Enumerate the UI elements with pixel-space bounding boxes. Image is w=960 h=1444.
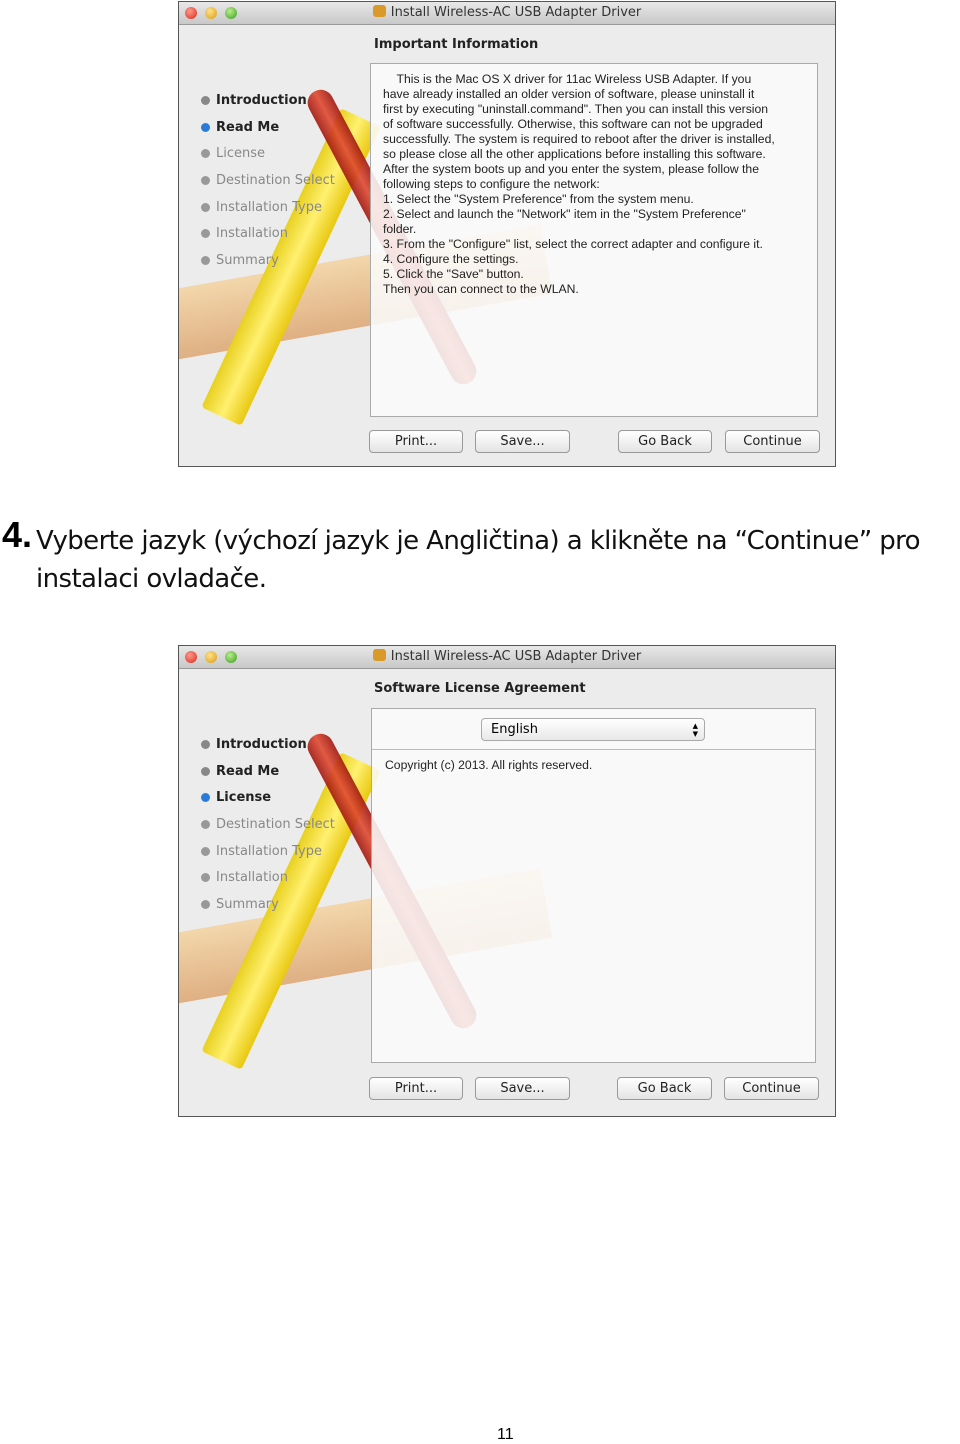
- package-icon: [372, 649, 386, 661]
- step-installation-type: Installation Type: [201, 194, 335, 221]
- continue-button[interactable]: Continue: [724, 1077, 819, 1100]
- page-heading: Important Information: [374, 37, 539, 52]
- installer-window-license: Install Wireless-AC USB Adapter Driver S…: [178, 645, 836, 1117]
- print-button[interactable]: Print...: [369, 1077, 463, 1100]
- window-title: Install Wireless-AC USB Adapter Driver: [390, 5, 642, 20]
- updown-arrows-icon: ▲ ▼: [692, 722, 698, 738]
- step-license: License: [201, 784, 335, 811]
- step-introduction: Introduction: [201, 731, 335, 758]
- step-installation-type: Installation Type: [201, 838, 335, 865]
- continue-button[interactable]: Continue: [725, 430, 820, 453]
- go-back-button[interactable]: Go Back: [617, 1077, 712, 1100]
- step-destination-select: Destination Select: [201, 811, 335, 838]
- step-summary: Summary: [201, 891, 335, 918]
- instruction-text: Vyberte jazyk (výchozí jazyk je Angličti…: [36, 526, 921, 594]
- license-text: Copyright (c) 2013. All rights reserved.: [385, 758, 593, 772]
- window-title: Install Wireless-AC USB Adapter Driver: [390, 649, 642, 664]
- license-panel[interactable]: English ▲ ▼ Copyright (c) 2013. All rights…: [371, 708, 816, 1063]
- save-button[interactable]: Save...: [475, 430, 570, 453]
- step-number: 4.: [2, 514, 33, 555]
- print-button[interactable]: Print...: [369, 430, 463, 453]
- step-license: License: [201, 140, 335, 167]
- go-back-button[interactable]: Go Back: [618, 430, 712, 453]
- step-installation: Installation: [201, 220, 335, 247]
- save-button[interactable]: Save...: [475, 1077, 570, 1100]
- step-read-me: Read Me: [201, 758, 335, 785]
- readme-panel[interactable]: This is the Mac OS X driver for 11ac Wir…: [370, 63, 818, 417]
- step-summary: Summary: [201, 247, 335, 274]
- title-bar: Install Wireless-AC USB Adapter Driver: [179, 646, 835, 669]
- page-heading: Software License Agreement: [374, 681, 586, 696]
- step-list: Introduction Read Me License Destination…: [201, 731, 335, 918]
- package-icon: [372, 5, 386, 17]
- readme-text: This is the Mac OS X driver for 11ac Wir…: [383, 72, 775, 296]
- step-introduction: Introduction: [201, 87, 335, 114]
- step-list: Introduction Read Me License Destination…: [201, 87, 335, 274]
- installer-window-readme: Install Wireless-AC USB Adapter Driver I…: [178, 1, 836, 467]
- language-select[interactable]: English ▲ ▼: [481, 718, 705, 741]
- title-bar: Install Wireless-AC USB Adapter Driver: [179, 2, 835, 25]
- divider: [372, 749, 815, 750]
- page-number: 11: [497, 1426, 514, 1443]
- step-destination-select: Destination Select: [201, 167, 335, 194]
- step-installation: Installation: [201, 864, 335, 891]
- step-read-me: Read Me: [201, 114, 335, 141]
